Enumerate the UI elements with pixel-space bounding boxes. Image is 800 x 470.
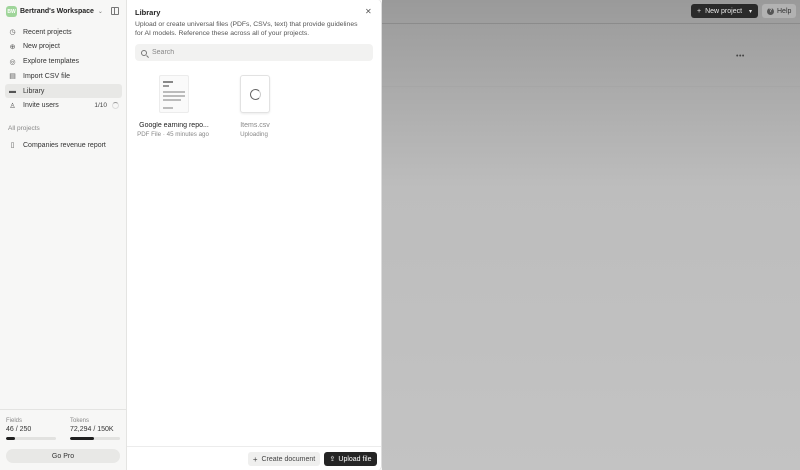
loading-spinner-icon — [250, 89, 261, 100]
clock-icon: ◷ — [9, 29, 16, 36]
workspace-switcher[interactable]: BW Bertrand's Workspace ⌄ — [6, 5, 121, 18]
project-item[interactable]: ▯ Companies revenue report — [5, 138, 122, 152]
pdf-thumbnail — [159, 75, 189, 113]
upload-file-button[interactable]: ⇪ Upload file — [324, 452, 377, 466]
invite-count: 1/10 — [94, 102, 107, 110]
chevron-down-icon: ▾ — [748, 8, 752, 15]
search-icon — [141, 49, 147, 56]
file-name: Google earning repo... — [139, 122, 209, 129]
plus-circle-icon: ⊕ — [9, 43, 16, 51]
pdf-thumb-line — [163, 85, 169, 87]
panel-title: Library — [135, 8, 161, 17]
help-button[interactable]: ? Help — [762, 4, 796, 18]
sidebar-item-label: Invite users — [23, 102, 59, 110]
sidebar-item-label: New project — [23, 43, 60, 51]
sidebar-item-label: Import CSV file — [23, 72, 71, 80]
pdf-thumb-line — [163, 81, 173, 83]
user-plus-icon: ♙ — [9, 102, 16, 110]
upload-file-label: Upload file — [338, 455, 372, 463]
folder-icon: ▬ — [9, 87, 16, 95]
create-document-label: Create document — [261, 455, 316, 463]
search-field[interactable] — [135, 44, 373, 61]
compass-icon: ◎ — [9, 58, 16, 66]
close-icon[interactable]: ✕ — [365, 7, 372, 16]
usage-tokens-value: 72,294 / 150K — [70, 426, 114, 433]
usage-fields: Fields 46 / 250 — [6, 418, 56, 440]
tokens-progress-bar — [70, 437, 120, 440]
progress-ring-icon — [112, 102, 119, 110]
sidebar-item-label: Recent projects — [23, 28, 72, 36]
file-meta: Uploading — [240, 131, 268, 138]
sidebar-item-invite-users[interactable]: ♙ Invite users 1/10 — [5, 99, 122, 113]
file-meta: PDF File · 45 minutes ago — [137, 131, 209, 138]
panel-footer: + Create document ⇪ Upload file — [127, 446, 381, 470]
usage-tokens-title: Tokens — [70, 418, 90, 424]
more-options-icon[interactable]: ••• — [736, 53, 745, 60]
pdf-thumb-line — [163, 99, 181, 101]
sidebar-item-import-csv[interactable]: ▤ Import CSV file — [5, 69, 122, 83]
chevron-down-icon: ⌄ — [97, 9, 103, 15]
question-icon: ? — [767, 7, 774, 15]
panel-description: Upload or create universal files (PDFs, … — [135, 21, 358, 37]
go-pro-button[interactable]: Go Pro — [6, 449, 120, 463]
sidebar-item-label: Explore templates — [23, 58, 80, 66]
sidebar: BW Bertrand's Workspace ⌄ ◷ Recent proje… — [0, 0, 127, 470]
sidebar-item-recent-projects[interactable]: ◷ Recent projects — [5, 25, 122, 39]
plus-icon: + — [252, 454, 258, 464]
sidebar-item-new-project[interactable]: ⊕ New project — [5, 40, 122, 54]
section-label-projects: All projects — [8, 125, 40, 132]
fields-progress-bar — [6, 437, 56, 440]
help-label: Help — [777, 7, 792, 15]
search-input[interactable] — [152, 49, 352, 56]
fields-progress-fill — [6, 437, 16, 440]
pdf-thumb-line — [163, 91, 185, 93]
tokens-progress-fill — [70, 437, 95, 440]
workspace-name: Bertrand's Workspace — [20, 8, 94, 15]
file-name: Items.csv — [240, 122, 270, 129]
pdf-thumb-line — [163, 95, 185, 97]
usage-tokens: Tokens 72,294 / 150K — [70, 418, 120, 440]
sidebar-item-explore-templates[interactable]: ◎ Explore templates — [5, 55, 122, 69]
sidebar-toggle-icon[interactable] — [111, 7, 119, 15]
modal-overlay[interactable]: ••• — [382, 0, 800, 470]
pdf-thumb-line — [163, 107, 173, 109]
table-icon: ▤ — [9, 73, 16, 81]
sidebar-nav: ◷ Recent projects ⊕ New project ◎ Explor… — [5, 25, 122, 114]
library-panel: Library ✕ Upload or create universal fil… — [127, 0, 382, 470]
document-icon: ▯ — [10, 142, 15, 149]
new-project-button[interactable]: + New project ▾ — [691, 4, 758, 18]
project-label: Companies revenue report — [23, 141, 106, 149]
new-project-label: New project — [705, 7, 743, 15]
usage-fields-title: Fields — [6, 418, 23, 424]
usage-fields-value: 46 / 250 — [6, 426, 32, 433]
create-document-button[interactable]: + Create document — [248, 452, 320, 466]
sidebar-item-library[interactable]: ▬ Library — [5, 84, 122, 99]
plus-icon: + — [697, 7, 702, 15]
workspace-avatar: BW — [6, 6, 17, 17]
sidebar-item-label: Library — [23, 87, 45, 95]
upload-icon: ⇪ — [329, 456, 336, 463]
csv-thumbnail — [240, 75, 270, 113]
overlay-divider — [382, 86, 800, 87]
